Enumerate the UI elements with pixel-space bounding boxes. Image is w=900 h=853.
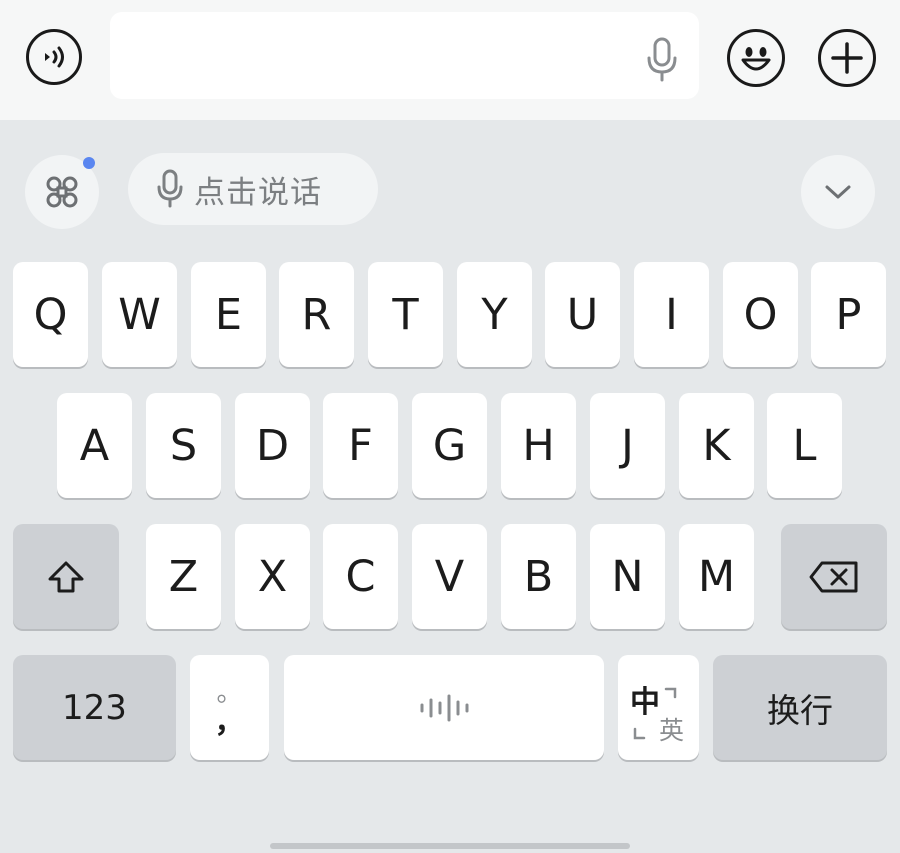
key-c[interactable]: C <box>323 524 398 629</box>
key-label: G <box>432 420 467 471</box>
return-key[interactable]: 换行 <box>713 655 887 760</box>
key-a[interactable]: A <box>57 393 132 498</box>
lang-primary-label: 中 <box>630 685 660 720</box>
key-v[interactable]: V <box>412 524 487 629</box>
tap-to-speak-button[interactable]: 点击说话 <box>128 153 378 225</box>
microphone-icon <box>157 169 183 208</box>
key-label: Q <box>33 289 68 340</box>
smiley-icon <box>741 47 771 71</box>
microphone-icon[interactable] <box>643 36 681 84</box>
key-label: F <box>348 420 373 471</box>
key-label: O <box>743 289 778 340</box>
key-f[interactable]: F <box>323 393 398 498</box>
collapse-keyboard-button[interactable] <box>801 155 875 229</box>
key-label: W <box>118 289 161 340</box>
switch-bracket-icon <box>633 727 646 740</box>
switch-bracket-icon <box>664 687 677 699</box>
key-label: L <box>792 420 817 471</box>
home-indicator[interactable] <box>270 843 630 849</box>
key-l[interactable]: L <box>767 393 842 498</box>
delete-key[interactable] <box>781 524 887 629</box>
punctuation-key[interactable]: 。 ， <box>190 655 269 760</box>
key-y[interactable]: Y <box>457 262 532 367</box>
key-i[interactable]: I <box>634 262 709 367</box>
plus-icon <box>831 42 863 74</box>
key-label: U <box>566 289 599 340</box>
key-u[interactable]: U <box>545 262 620 367</box>
key-label: T <box>392 289 419 340</box>
key-m[interactable]: M <box>679 524 754 629</box>
command-grid-icon <box>46 176 78 208</box>
key-h[interactable]: H <box>501 393 576 498</box>
key-o[interactable]: O <box>723 262 798 367</box>
space-key[interactable] <box>284 655 604 760</box>
key-label: N <box>611 551 644 602</box>
ime-keyboard: 点击说话 Q W E R T Y U I O P A S D F G H J K… <box>0 120 900 853</box>
key-n[interactable]: N <box>590 524 665 629</box>
key-z[interactable]: Z <box>146 524 221 629</box>
return-key-label: 换行 <box>767 690 833 730</box>
key-k[interactable]: K <box>679 393 754 498</box>
key-label: B <box>523 551 554 602</box>
key-w[interactable]: W <box>102 262 177 367</box>
key-label: X <box>257 551 288 602</box>
key-label: Z <box>168 551 199 602</box>
shift-arrow-icon <box>48 561 84 592</box>
chat-input-bar <box>0 0 900 120</box>
add-button[interactable] <box>818 29 876 87</box>
voice-mode-button[interactable] <box>26 29 82 85</box>
key-r[interactable]: R <box>279 262 354 367</box>
key-e[interactable]: E <box>191 262 266 367</box>
backspace-icon <box>809 561 858 592</box>
key-s[interactable]: S <box>146 393 221 498</box>
key-label: S <box>169 420 198 471</box>
key-label: K <box>702 420 731 471</box>
lang-secondary-label: 英 <box>659 716 685 745</box>
voice-wave-icon <box>420 694 469 721</box>
shift-key[interactable] <box>13 524 119 629</box>
speaker-waves-icon <box>45 46 64 68</box>
punct-primary-label: ， <box>214 704 245 740</box>
apps-button[interactable] <box>25 155 99 229</box>
numbers-key[interactable]: 123 <box>13 655 176 760</box>
key-g[interactable]: G <box>412 393 487 498</box>
key-label: M <box>697 551 736 602</box>
tap-to-speak-label: 点击说话 <box>194 174 322 211</box>
key-label: C <box>345 551 376 602</box>
key-label: R <box>301 289 332 340</box>
key-label: Y <box>481 289 508 340</box>
language-switch-key[interactable]: 中 英 <box>618 655 699 760</box>
key-x[interactable]: X <box>235 524 310 629</box>
key-j[interactable]: J <box>590 393 665 498</box>
key-p[interactable]: P <box>811 262 886 367</box>
chevron-down-icon <box>825 185 851 199</box>
key-label: P <box>835 289 862 340</box>
key-label: E <box>214 289 243 340</box>
notification-dot <box>83 157 95 169</box>
message-input[interactable] <box>110 12 699 99</box>
punct-secondary-label: 。 <box>216 677 243 708</box>
key-label: V <box>434 551 465 602</box>
key-b[interactable]: B <box>501 524 576 629</box>
key-t[interactable]: T <box>368 262 443 367</box>
key-label: J <box>621 420 634 471</box>
emoji-button[interactable] <box>727 29 785 87</box>
key-q[interactable]: Q <box>13 262 88 367</box>
key-label: I <box>665 289 678 340</box>
numbers-key-label: 123 <box>62 687 127 728</box>
key-label: H <box>522 420 555 471</box>
key-d[interactable]: D <box>235 393 310 498</box>
key-label: D <box>255 420 290 471</box>
key-label: A <box>79 420 110 471</box>
